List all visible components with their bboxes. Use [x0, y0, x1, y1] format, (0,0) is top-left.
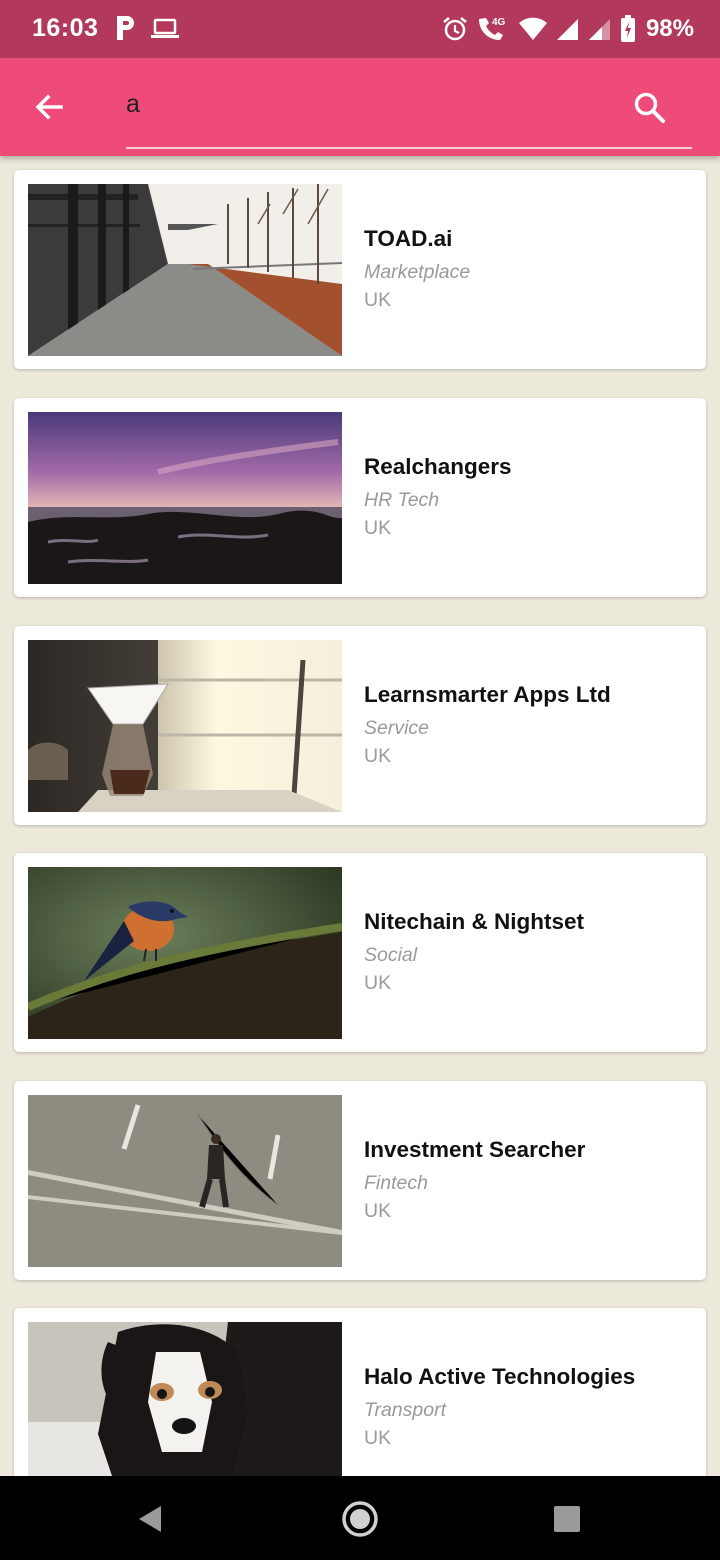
result-card[interactable]: Investment Searcher Fintech UK	[14, 1081, 706, 1280]
result-card[interactable]: Nitechain & Nightset Social UK	[14, 853, 706, 1052]
result-title: Learnsmarter Apps Ltd	[364, 682, 611, 707]
result-title: Nitechain & Nightset	[364, 909, 585, 934]
result-card[interactable]: Halo Active Technologies Transport UK	[14, 1308, 706, 1476]
battery-icon	[620, 15, 635, 42]
coffee-maker-photo	[28, 640, 342, 812]
bird-photo	[28, 867, 342, 1039]
result-category: Marketplace	[364, 261, 471, 283]
result-location: UK	[364, 1427, 392, 1449]
result-location: UK	[364, 1200, 392, 1222]
battery-percent: 98%	[645, 15, 694, 42]
man-walking-photo	[28, 1095, 342, 1267]
result-card[interactable]: TOAD.ai Marketplace UK	[14, 170, 706, 369]
result-title: Realchangers	[364, 454, 512, 479]
seascape-sunset-photo	[28, 412, 342, 584]
results-list: TOAD.ai Marketplace UK Realchangers HR T…	[0, 156, 720, 1476]
result-title: Halo Active Technologies	[364, 1364, 636, 1389]
result-location: UK	[364, 517, 392, 539]
status-time: 16:03	[32, 14, 99, 42]
result-location: UK	[364, 972, 392, 994]
parking-icon	[117, 16, 134, 40]
puppy-photo	[28, 1322, 342, 1476]
result-category: Transport	[364, 1399, 446, 1421]
laptop-icon	[151, 18, 179, 38]
nav-recents-button[interactable]	[542, 1494, 592, 1544]
wifi-calling-icon: 4G	[478, 17, 506, 40]
result-card[interactable]: Learnsmarter Apps Ltd Service UK	[14, 626, 706, 825]
search-input[interactable]	[126, 84, 616, 124]
arrow-left-icon	[35, 94, 63, 120]
app-bar	[0, 58, 720, 156]
result-category: Service	[364, 717, 430, 739]
recents-square-icon	[554, 1506, 580, 1532]
result-title: Investment Searcher	[364, 1137, 586, 1162]
back-triangle-icon	[139, 1506, 161, 1532]
result-category: HR Tech	[364, 489, 440, 511]
walkway-photo	[28, 184, 342, 356]
result-location: UK	[364, 745, 392, 767]
result-category: Fintech	[364, 1172, 428, 1194]
status-bar: 16:03 4G 98%	[0, 0, 720, 58]
result-card[interactable]: Realchangers HR Tech UK	[14, 398, 706, 597]
result-title: TOAD.ai	[364, 226, 453, 251]
result-category: Social	[364, 944, 418, 966]
nav-home-button[interactable]	[335, 1494, 385, 1544]
alarm-icon	[443, 17, 467, 41]
wifi-icon	[518, 17, 547, 40]
nav-back-button[interactable]	[126, 1494, 176, 1544]
search-button[interactable]	[622, 80, 678, 136]
search-underline	[126, 147, 692, 149]
signal-icon	[556, 19, 578, 40]
system-nav-bar	[0, 1476, 720, 1560]
result-location: UK	[364, 289, 392, 311]
home-circle-icon	[342, 1501, 378, 1537]
network-type: 4G	[492, 17, 506, 28]
search-icon	[634, 92, 665, 123]
back-button[interactable]	[22, 80, 76, 134]
signal-icon-2	[588, 19, 610, 40]
